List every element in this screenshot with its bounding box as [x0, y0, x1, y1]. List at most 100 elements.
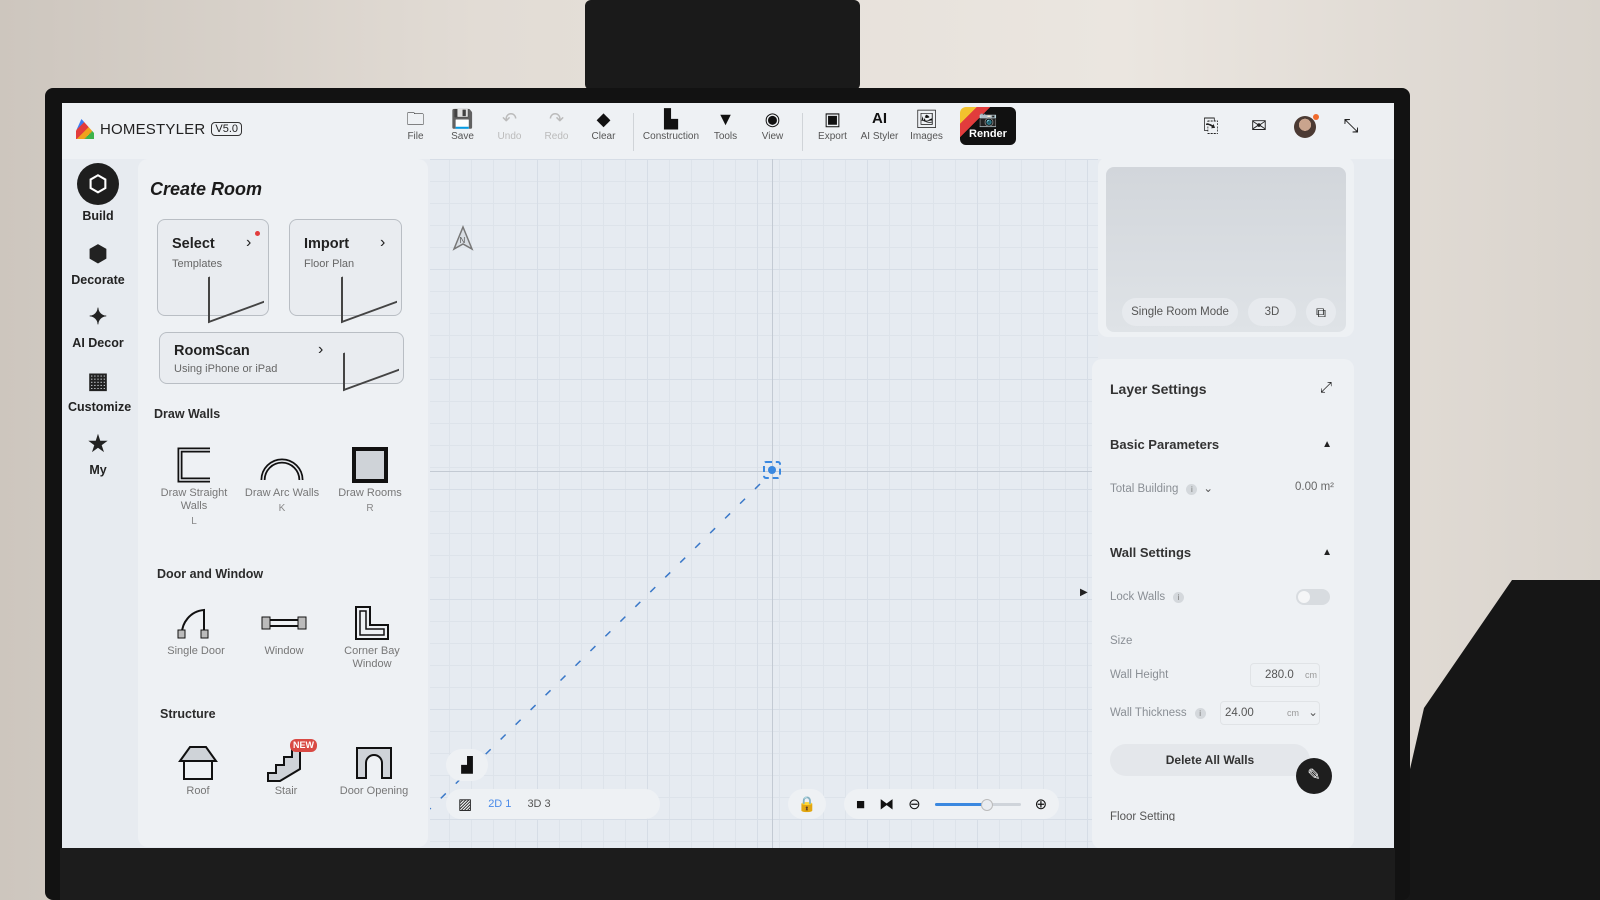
- info-icon[interactable]: i: [1186, 484, 1198, 495]
- build-icon: ⬡: [77, 163, 119, 205]
- door-opening-tool[interactable]: Door Opening: [334, 741, 414, 798]
- expand-icon[interactable]: ⤢: [1320, 379, 1332, 396]
- zoom-slider-knob[interactable]: [981, 798, 994, 811]
- svg-text:N: N: [460, 236, 466, 245]
- collapse-caret-icon[interactable]: ▲: [1322, 547, 1332, 558]
- wall-draw-guide: [430, 483, 761, 810]
- construction-button[interactable]: ▙ Construction: [640, 107, 702, 157]
- images-icon: 🖼: [915, 109, 938, 129]
- collapse-caret-icon[interactable]: ▲: [1322, 439, 1332, 450]
- images-button[interactable]: 🖼 Images: [903, 107, 950, 157]
- monitor-chin: [60, 848, 1395, 900]
- north-compass-icon[interactable]: N: [452, 225, 474, 256]
- my-star-icon: ★: [88, 431, 108, 456]
- nav-customize[interactable]: ▦ Customize: [68, 366, 131, 414]
- stair-tool[interactable]: NEW Stair: [246, 739, 326, 798]
- undo-button[interactable]: ↶ Undo: [486, 107, 533, 157]
- view-2d-tab[interactable]: 2D 1: [488, 798, 511, 810]
- add-floor-button[interactable]: ▟: [446, 749, 488, 781]
- roomscan-icon: [343, 332, 399, 392]
- toolbar-divider: [633, 113, 634, 151]
- user-avatar[interactable]: [1294, 113, 1319, 138]
- collapse-panel-arrow-icon[interactable]: ▶: [1080, 587, 1088, 598]
- window-tool[interactable]: Window: [244, 601, 324, 658]
- homestyler-logo-icon: [76, 119, 94, 139]
- lock-walls-toggle[interactable]: [1296, 589, 1330, 605]
- draw-straight-walls-tool[interactable]: Draw Straight Walls L: [154, 443, 234, 528]
- draw-walls-heading: Draw Walls: [154, 407, 221, 421]
- camera-settings-icon[interactable]: ■: [856, 796, 865, 813]
- left-nav: ⬡ Build ⬢ Decorate ✦ AI Decor ▦ Customize ★ M…: [62, 159, 134, 848]
- lock-button[interactable]: 🔒: [788, 789, 826, 819]
- zoom-out-icon[interactable]: ⊖: [908, 795, 921, 813]
- nav-decorate[interactable]: ⬢ Decorate: [68, 239, 128, 287]
- select-templates-card[interactable]: Select Templates ›: [157, 219, 269, 324]
- edit-note-icon: ✎: [1307, 767, 1321, 784]
- floorplan-canvas[interactable]: N ▟ ▨ 2D 1 3D 3 🔒 ■ ⧓ ⊖ ⊕: [430, 159, 1098, 848]
- wall-height-input[interactable]: 280.0 cm: [1250, 663, 1320, 687]
- draw-arc-walls-tool[interactable]: Draw Arc Walls K: [242, 443, 322, 515]
- 3d-view-button[interactable]: 3D: [1248, 298, 1296, 326]
- delete-all-walls-button[interactable]: Delete All Walls: [1110, 744, 1310, 776]
- info-icon[interactable]: i: [1173, 592, 1185, 603]
- wall-settings-heading[interactable]: Wall Settings: [1110, 545, 1191, 560]
- roomscan-card[interactable]: RoomScan Using iPhone or iPad ›: [159, 332, 404, 392]
- ai-styler-button[interactable]: AI AI Styler: [856, 107, 903, 157]
- fullscreen-icon[interactable]: ⤡: [1338, 116, 1364, 138]
- popout-window-icon[interactable]: ⧉: [1306, 298, 1336, 326]
- origin-marker-icon[interactable]: [763, 461, 781, 479]
- door-window-heading: Door and Window: [157, 567, 264, 581]
- new-badge: NEW: [290, 739, 317, 752]
- file-button[interactable]: 🗀 File: [392, 107, 439, 157]
- corner-bay-window-icon: [332, 601, 412, 645]
- export-button[interactable]: ▣ Export: [809, 107, 856, 157]
- corner-bay-window-tool[interactable]: Corner Bay Window: [332, 601, 412, 671]
- tools-button[interactable]: ▼ Tools: [702, 107, 749, 157]
- folder-icon: 🗀: [406, 109, 425, 129]
- window-icon: [244, 601, 324, 645]
- view-3d-tab[interactable]: 3D 3: [527, 798, 550, 810]
- fit-view-icon[interactable]: ⧓: [879, 795, 894, 813]
- chevron-down-icon[interactable]: ⌄: [1203, 483, 1213, 495]
- total-building-row: Total Building i ⌄ 0.00 m²: [1110, 481, 1334, 495]
- eraser-icon: ◆: [596, 109, 611, 129]
- redo-button[interactable]: ↷ Redo: [533, 107, 580, 157]
- nav-my[interactable]: ★ My: [68, 429, 128, 477]
- app-screen: HOMESTYLER V5.0 🗀 File 💾 Save ↶ Undo ↷ Redo …: [62, 103, 1394, 848]
- view-button[interactable]: ◉ View: [749, 107, 796, 157]
- basic-parameters-heading[interactable]: Basic Parameters: [1110, 437, 1219, 452]
- ai-styler-icon: AI: [872, 110, 887, 127]
- wall-thickness-input[interactable]: 24.00 cm ⌄: [1220, 701, 1320, 725]
- single-door-tool[interactable]: Single Door: [156, 601, 236, 658]
- total-building-value: 0.00 m²: [1295, 481, 1334, 493]
- info-icon[interactable]: i: [1194, 708, 1206, 719]
- nav-ai-decor[interactable]: ✦ AI Decor: [68, 302, 128, 350]
- add-floor-icon: ▟: [461, 757, 473, 774]
- nav-build[interactable]: ⬡ Build: [68, 163, 128, 223]
- zoom-in-icon[interactable]: ⊕: [1035, 795, 1048, 813]
- panel-title: Create Room: [150, 179, 263, 199]
- 3d-preview-panel: Single Room Mode 3D ⧉: [1098, 157, 1354, 337]
- save-button[interactable]: 💾 Save: [439, 107, 486, 157]
- header-actions: ⎘ ✉ ⤡: [1198, 113, 1364, 138]
- render-button[interactable]: 📷 Render: [960, 107, 1016, 145]
- draw-rooms-tool[interactable]: Draw Rooms R: [330, 443, 410, 515]
- clear-button[interactable]: ◆ Clear: [580, 107, 627, 157]
- zoom-slider[interactable]: [934, 798, 1021, 811]
- roof-tool[interactable]: Roof: [158, 741, 238, 798]
- single-door-icon: [156, 601, 236, 645]
- single-room-mode-button[interactable]: Single Room Mode: [1122, 298, 1238, 326]
- save-icon: 💾: [451, 109, 474, 129]
- hatch-pattern-icon[interactable]: ▨: [458, 795, 472, 813]
- undo-icon: ↶: [501, 109, 518, 129]
- chevron-right-icon: ›: [380, 234, 386, 251]
- import-floor-plan-card[interactable]: Import Floor Plan ›: [289, 219, 402, 324]
- zoom-controls: ■ ⧓ ⊖ ⊕: [844, 789, 1060, 819]
- structure-heading: Structure: [160, 707, 216, 721]
- webcam: [585, 0, 860, 90]
- feedback-note-button[interactable]: ✎: [1296, 758, 1332, 794]
- mail-icon[interactable]: ✉: [1246, 115, 1272, 138]
- document-search-icon[interactable]: ⎘: [1198, 116, 1224, 138]
- app-logo[interactable]: HOMESTYLER V5.0: [76, 119, 242, 139]
- unit-dropdown-chevron-icon[interactable]: ⌄: [1308, 707, 1318, 719]
